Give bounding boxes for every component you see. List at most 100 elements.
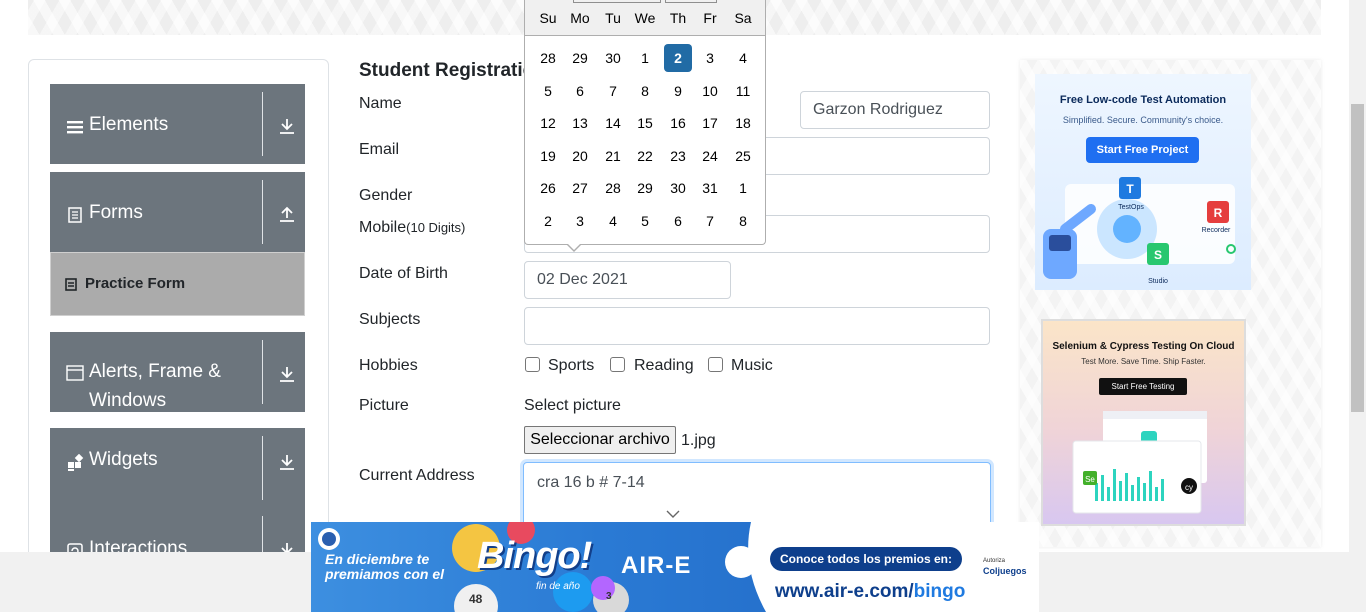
bingo-url[interactable]: www.air-e.com/bingo [775, 581, 965, 603]
choose-file-button[interactable]: Seleccionar archivo [524, 426, 676, 454]
ad-title: Free Low-code Test Automation [1059, 94, 1227, 106]
last-name-input[interactable]: Garzon Rodriguez [800, 91, 990, 129]
day-cell[interactable]: 30 [664, 174, 692, 202]
day-cell[interactable]: 23 [664, 142, 692, 170]
day-cell[interactable]: 11 [729, 77, 757, 105]
day-cell[interactable]: 3 [696, 44, 724, 72]
weekday-label: Tu [605, 10, 621, 26]
day-cell[interactable]: 3 [566, 207, 594, 235]
bingo-url-suffix: bingo [913, 581, 966, 602]
day-cell[interactable]: 17 [696, 109, 724, 137]
day-cell[interactable]: 7 [696, 207, 724, 235]
day-cell[interactable]: 31 [696, 174, 724, 202]
sidebar-group-alerts[interactable]: Alerts, Frame & Windows [50, 332, 305, 412]
download-arrow-icon [280, 119, 294, 134]
day-cell-selected[interactable]: 2 [664, 44, 692, 72]
current-address-textarea[interactable]: cra 16 b # 7-14 [523, 462, 991, 528]
day-cell[interactable]: 1 [631, 44, 659, 72]
sports-label[interactable]: Sports [548, 357, 594, 375]
day-cell[interactable]: 16 [664, 109, 692, 137]
day-cell[interactable]: 26 [534, 174, 562, 202]
day-cell[interactable]: 13 [566, 109, 594, 137]
day-cell[interactable]: 7 [599, 77, 627, 105]
lambdatest-ad[interactable]: Selenium & Cypress Testing On Cloud Test… [1041, 319, 1246, 526]
year-select[interactable] [665, 0, 717, 3]
hobbies-label: Hobbies [359, 357, 418, 374]
scrollbar-thumb[interactable] [1351, 104, 1364, 412]
day-cell[interactable]: 20 [566, 142, 594, 170]
day-cell[interactable]: 4 [599, 207, 627, 235]
day-cell[interactable]: 2 [534, 207, 562, 235]
divider [262, 436, 263, 500]
sidebar-group-forms[interactable]: Forms [50, 172, 305, 252]
day-cell[interactable]: 5 [534, 77, 562, 105]
sidebar-item-practice-form[interactable]: Practice Form [50, 252, 305, 316]
sports-checkbox[interactable] [525, 357, 540, 372]
day-cell[interactable]: 27 [566, 174, 594, 202]
day-cell[interactable]: 15 [631, 109, 659, 137]
name-label: Name [359, 95, 402, 112]
sidebar-group-elements[interactable]: Elements [50, 84, 305, 164]
day-cell[interactable]: 12 [534, 109, 562, 137]
day-cell[interactable]: 25 [729, 142, 757, 170]
day-cell[interactable]: 19 [534, 142, 562, 170]
sidebar-group-label: Widgets [89, 449, 158, 470]
coljuegos-small: Autoriza [983, 558, 1006, 564]
datepicker-header: Su Mo Tu We Th Fr Sa [525, 0, 765, 36]
day-cell[interactable]: 10 [696, 77, 724, 105]
ad-cta-button[interactable]: Start Free Project [1086, 137, 1199, 163]
day-cell[interactable]: 5 [631, 207, 659, 235]
day-cell[interactable]: 8 [729, 207, 757, 235]
node-studio: Studio [1148, 278, 1168, 285]
divider [262, 340, 263, 404]
svg-text:R: R [1214, 206, 1223, 220]
datepicker-pointer-inner [567, 243, 581, 250]
day-cell[interactable]: 29 [566, 44, 594, 72]
ad-illustration: T TestOps R Recorder S Studio [1043, 177, 1236, 285]
bingo-url-prefix: www.air-e.com/ [775, 581, 914, 602]
reading-label[interactable]: Reading [634, 357, 694, 375]
day-cell[interactable]: 6 [664, 207, 692, 235]
music-checkbox[interactable] [708, 357, 723, 372]
subjects-input[interactable] [524, 307, 990, 345]
node-testops: TestOps [1118, 204, 1144, 211]
day-cell[interactable]: 21 [599, 142, 627, 170]
svg-text:T: T [1126, 182, 1134, 196]
reading-checkbox[interactable] [610, 357, 625, 372]
sidebar-group-widgets[interactable]: Widgets [50, 428, 305, 508]
day-cell[interactable]: 8 [631, 77, 659, 105]
ad-subtitle: Simplified. Secure. Community's choice. [1062, 115, 1224, 125]
weekday-label: Su [539, 10, 557, 26]
sidebar-group-label-line2: Windows [89, 390, 167, 411]
day-cell[interactable]: 1 [729, 174, 757, 202]
day-cell[interactable]: 30 [599, 44, 627, 72]
music-label[interactable]: Music [731, 357, 773, 375]
bingo-logo: Bingo! [477, 535, 592, 577]
katalon-ad[interactable]: Free Low-code Test Automation Simplified… [1035, 74, 1251, 290]
divider [262, 180, 263, 244]
month-select[interactable] [573, 0, 661, 3]
bingo-cta-pill[interactable]: Conoce todos los premios en: [770, 547, 962, 571]
day-cell[interactable]: 22 [631, 142, 659, 170]
day-cell[interactable]: 4 [729, 44, 757, 72]
bingo-headline-line1: En diciembre te [325, 551, 430, 567]
day-cell[interactable]: 28 [599, 174, 627, 202]
weekday-label: Th [669, 10, 687, 26]
day-cell[interactable]: 6 [566, 77, 594, 105]
bingo-headline: En diciembre te premiamos con el [325, 552, 455, 582]
day-cell[interactable]: 24 [696, 142, 724, 170]
day-cell[interactable]: 9 [664, 77, 692, 105]
weekday-label: We [634, 10, 656, 26]
day-cell[interactable]: 29 [631, 174, 659, 202]
last-name-value: Garzon Rodriguez [813, 101, 943, 118]
address-label: Current Address [359, 467, 475, 484]
download-arrow-icon [280, 367, 294, 382]
bingo-headline-line2: premiamos con el [325, 566, 445, 582]
gender-label: Gender [359, 187, 413, 204]
ad-cta-button[interactable]: Start Free Testing [1099, 378, 1187, 395]
day-cell[interactable]: 18 [729, 109, 757, 137]
sidebar-item-label: Practice Form [85, 275, 186, 292]
dob-input[interactable]: 02 Dec 2021 [524, 261, 731, 299]
day-cell[interactable]: 28 [534, 44, 562, 72]
day-cell[interactable]: 14 [599, 109, 627, 137]
